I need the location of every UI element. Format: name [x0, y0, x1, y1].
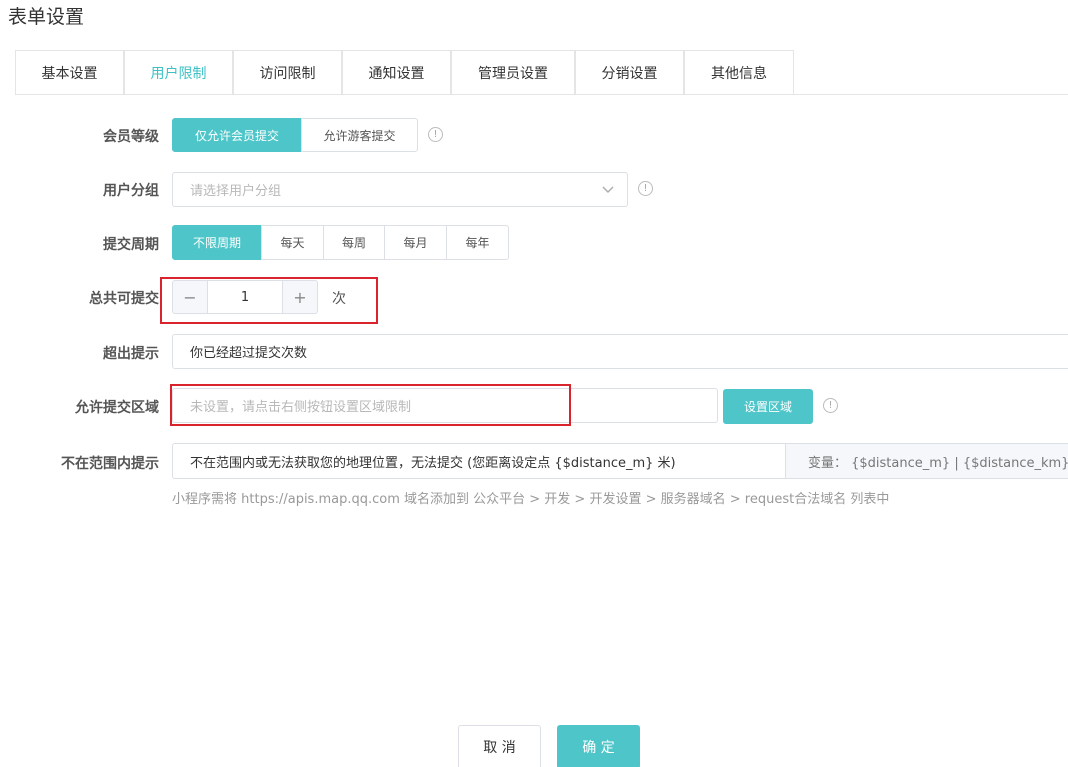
tab-basic-settings[interactable]: 基本设置: [15, 50, 124, 94]
page-title: 表单设置: [8, 6, 85, 28]
member-level-label: 会员等级: [103, 129, 159, 145]
cancel-button[interactable]: 取 消: [458, 725, 541, 767]
highlight-box: [160, 277, 378, 324]
guest-allowed-option[interactable]: 允许游客提交: [301, 118, 418, 152]
info-icon: !: [428, 127, 443, 142]
chevron-down-icon: [601, 182, 615, 200]
member-only-option[interactable]: 仅允许会员提交: [172, 118, 302, 152]
submit-period-row: 提交周期 不限周期 每天 每周 每月 每年: [0, 225, 1068, 260]
tab-notification-settings[interactable]: 通知设置: [342, 50, 451, 94]
member-level-row: 会员等级 仅允许会员提交 允许游客提交 !: [0, 118, 1068, 152]
confirm-button[interactable]: 确 定: [557, 725, 640, 767]
period-weekly-option[interactable]: 每周: [323, 225, 385, 260]
allowed-area-label: 允许提交区域: [75, 400, 159, 416]
tab-bar: 基本设置 用户限制 访问限制 通知设置 管理员设置 分销设置 其他信息: [15, 50, 1068, 95]
period-monthly-option[interactable]: 每月: [384, 225, 447, 260]
tab-admin-settings[interactable]: 管理员设置: [451, 50, 575, 94]
form-settings-page: 表单设置 基本设置 用户限制 访问限制 通知设置 管理员设置 分销设置 其他信息…: [0, 0, 1068, 767]
user-group-select[interactable]: 请选择用户分组: [172, 172, 628, 207]
out-of-range-row: 不在范围内提示 不在范围内或无法获取您的地理位置，无法提交 (您距离设定点 {$…: [0, 443, 1068, 479]
domain-hint-text: 小程序需将 https://apis.map.qq.com 域名添加到 公众平台…: [172, 492, 890, 507]
tab-user-restrictions[interactable]: 用户限制: [124, 50, 233, 94]
period-unlimited-option[interactable]: 不限周期: [172, 225, 262, 260]
set-area-button[interactable]: 设置区域: [723, 389, 813, 424]
exceed-tip-label: 超出提示: [103, 346, 159, 362]
total-submit-label: 总共可提交: [89, 291, 159, 307]
highlight-box: [170, 384, 571, 426]
user-group-row: 用户分组 请选择用户分组 !: [0, 172, 1068, 207]
submit-period-label: 提交周期: [103, 237, 159, 253]
variables-addon: 变量： {$distance_m} | {$distance_km}: [785, 443, 1068, 479]
tab-other-info[interactable]: 其他信息: [684, 50, 794, 94]
period-yearly-option[interactable]: 每年: [446, 225, 509, 260]
info-icon: !: [823, 398, 838, 413]
info-icon: !: [638, 181, 653, 196]
out-of-range-input[interactable]: 不在范围内或无法获取您的地理位置，无法提交 (您距离设定点 {$distance…: [172, 443, 786, 479]
period-daily-option[interactable]: 每天: [261, 225, 324, 260]
exceed-tip-row: 超出提示 你已经超过提交次数: [0, 334, 1068, 369]
user-group-placeholder: 请选择用户分组: [190, 184, 282, 199]
tab-access-restrictions[interactable]: 访问限制: [233, 50, 342, 94]
tab-distribution-settings[interactable]: 分销设置: [575, 50, 684, 94]
out-of-range-label: 不在范围内提示: [61, 456, 159, 472]
user-group-label: 用户分组: [103, 183, 159, 199]
exceed-tip-input[interactable]: 你已经超过提交次数: [172, 334, 1068, 369]
